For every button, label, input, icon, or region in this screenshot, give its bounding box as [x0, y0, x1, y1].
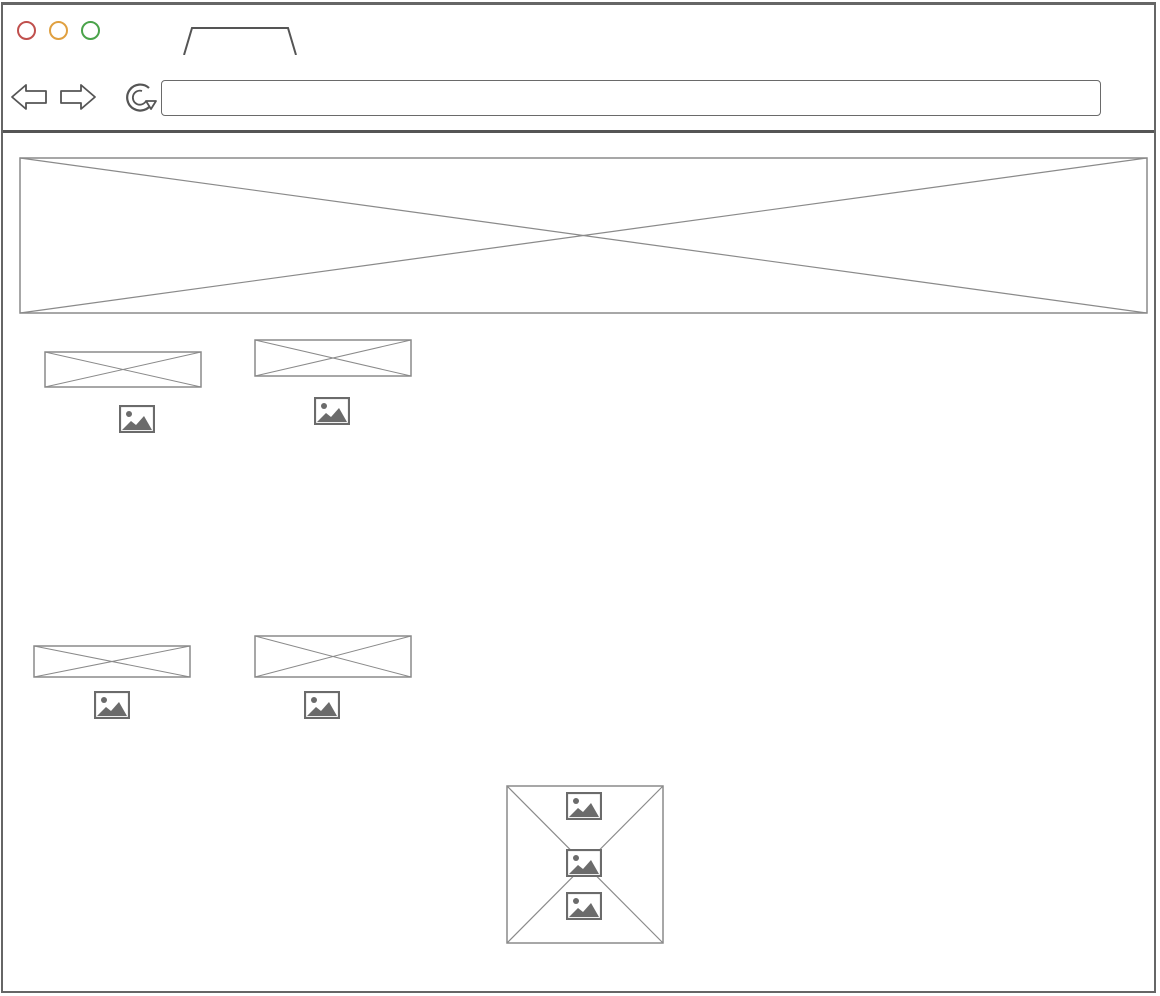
- arrow-right-icon: [60, 84, 96, 110]
- arrow-left-icon: [11, 84, 47, 110]
- tab-outline: [183, 27, 297, 56]
- image-icon: [119, 405, 155, 433]
- image-icon: [94, 691, 130, 719]
- thumbnail-placeholder-graphic: [33, 645, 191, 678]
- thumbnail-placeholder: [254, 339, 412, 377]
- tab-label: [297, 27, 298, 28]
- reload-button[interactable]: [122, 79, 160, 115]
- image-icon: [566, 792, 602, 820]
- back-button[interactable]: [9, 79, 49, 115]
- page-content: [3, 133, 1154, 991]
- minimize-window-button[interactable]: [49, 21, 68, 40]
- browser-window: [1, 2, 1156, 993]
- zoom-window-button[interactable]: [81, 21, 100, 40]
- thumbnail-placeholder: [254, 635, 412, 678]
- thumbnail-placeholder: [44, 351, 202, 388]
- thumbnail-placeholder-graphic: [254, 635, 412, 678]
- title-bar: [3, 5, 1154, 58]
- image-icon: [304, 691, 340, 719]
- image-icon: [566, 892, 602, 920]
- image-icon: [314, 397, 350, 425]
- hero-image-placeholder: [19, 157, 1148, 314]
- thumbnail-placeholder-graphic: [254, 339, 412, 377]
- thumbnail-placeholder: [33, 645, 191, 678]
- hero-placeholder-graphic: [19, 157, 1148, 314]
- thumbnail-placeholder-graphic: [44, 351, 202, 388]
- reload-icon: [126, 83, 157, 112]
- forward-button[interactable]: [58, 79, 98, 115]
- close-window-button[interactable]: [17, 21, 36, 40]
- navigation-bar: [3, 55, 1154, 133]
- browser-tab[interactable]: [183, 27, 298, 56]
- image-icon: [566, 849, 602, 877]
- address-bar[interactable]: [161, 80, 1101, 116]
